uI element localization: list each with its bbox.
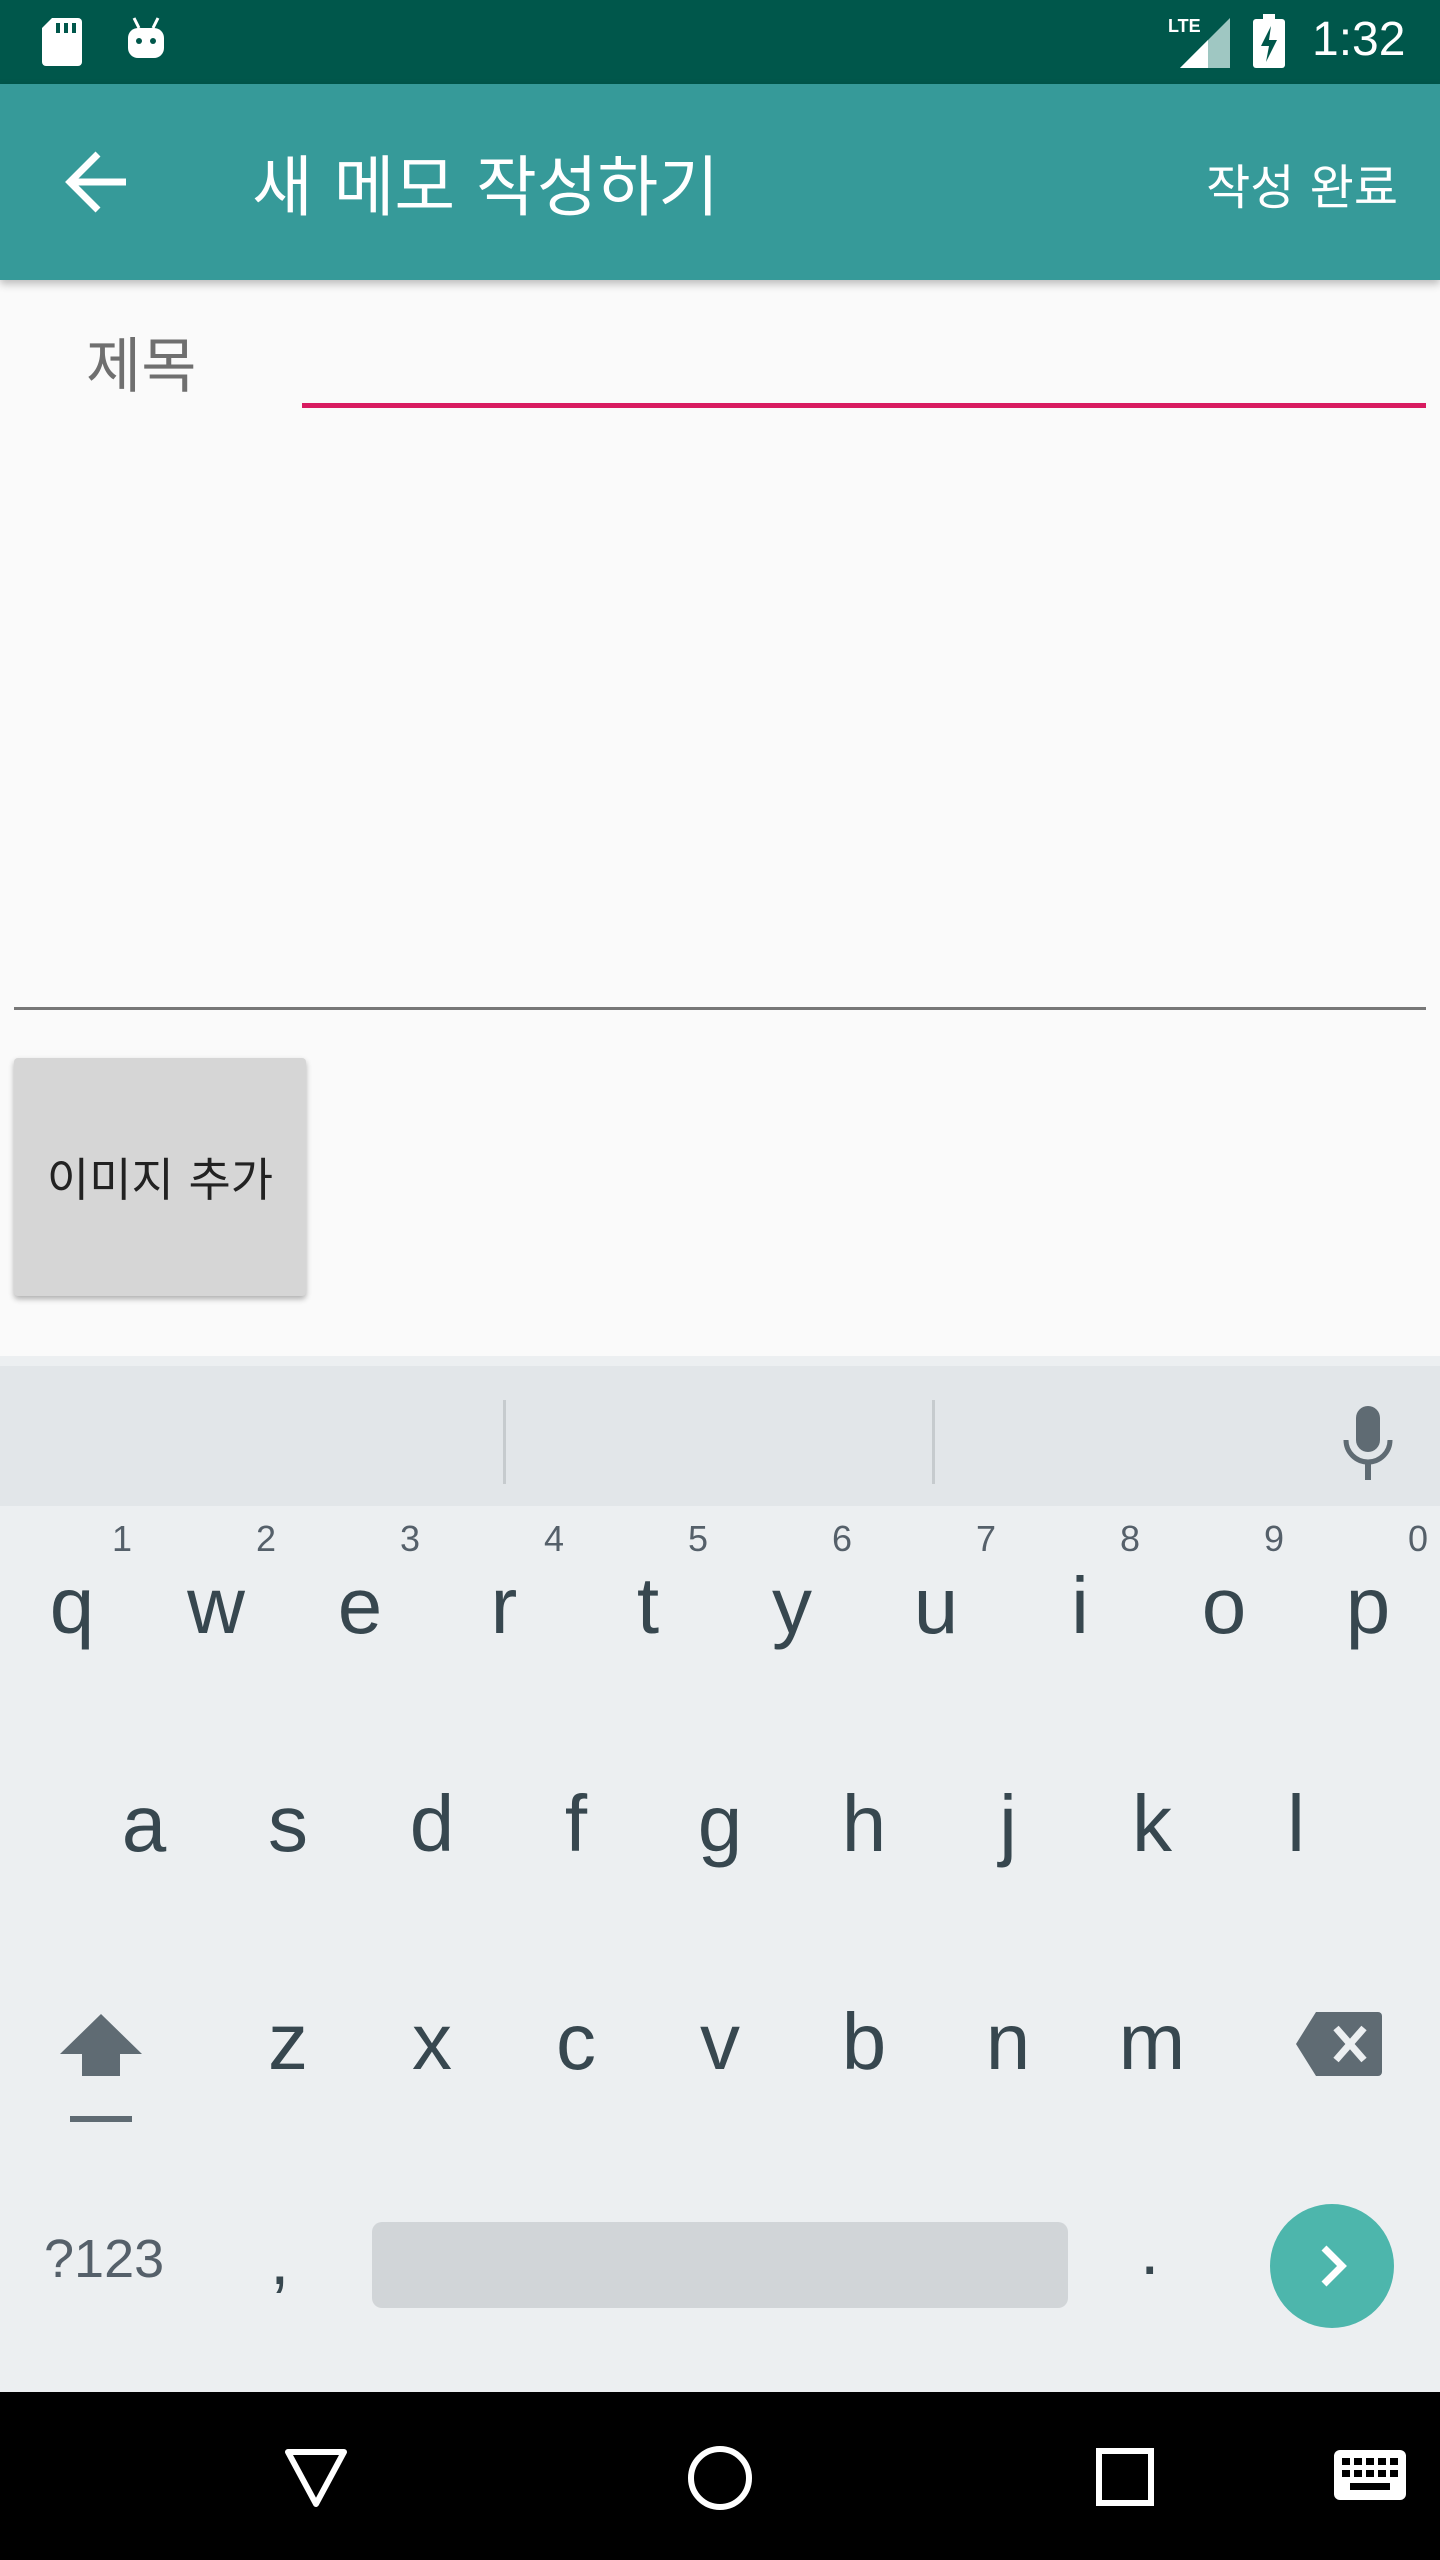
chevron-right-icon [1321, 2245, 1347, 2287]
android-icon [128, 17, 164, 58]
key-label: b [841, 1997, 887, 2086]
suggestion-divider [932, 1400, 935, 1484]
key-j[interactable]: j [948, 1778, 1068, 1870]
key-number-hint: 9 [1263, 1518, 1284, 1559]
symbols-key[interactable]: ?123 [44, 2228, 164, 2290]
key-label: l [1287, 1779, 1305, 1868]
enter-key[interactable] [1270, 2204, 1394, 2328]
key-label: m [1118, 1997, 1186, 2086]
status-time: 1:32 [1312, 13, 1406, 66]
key-label: f [564, 1779, 588, 1868]
key-b[interactable]: b [804, 1996, 924, 2088]
key-m[interactable]: m [1092, 1996, 1212, 2088]
key-label: d [409, 1779, 455, 1868]
key-label: p [1345, 1561, 1391, 1650]
key-x[interactable]: x [372, 1996, 492, 2088]
key-p[interactable]: p0 [1308, 1518, 1428, 1652]
key-number-hint: 7 [975, 1518, 996, 1559]
key-number-hint: 1 [111, 1518, 132, 1559]
content-input[interactable] [14, 440, 1426, 1010]
key-label: z [268, 1997, 308, 2086]
sd-card-icon [42, 18, 82, 66]
key-c[interactable]: c [516, 1996, 636, 2088]
key-label: r [490, 1561, 518, 1650]
key-k[interactable]: k [1092, 1778, 1212, 1870]
keyboard-switch-icon[interactable] [1334, 2450, 1406, 2500]
key-n[interactable]: n [948, 1996, 1068, 2088]
suggestion-strip [0, 1366, 1440, 1506]
key-label: q [49, 1561, 95, 1650]
key-z[interactable]: z [228, 1996, 348, 2088]
microphone-icon[interactable] [1338, 1404, 1398, 1484]
title-input[interactable] [302, 300, 1426, 408]
key-label: i [1071, 1561, 1089, 1650]
key-q[interactable]: q1 [12, 1518, 132, 1652]
space-key[interactable] [372, 2222, 1068, 2308]
key-label: t [636, 1561, 660, 1650]
key-number-hint: 3 [399, 1518, 420, 1559]
add-image-button[interactable]: 이미지 추가 [14, 1058, 306, 1296]
key-t[interactable]: t5 [588, 1518, 708, 1652]
key-g[interactable]: g [660, 1778, 780, 1870]
battery-charging-icon [1253, 14, 1285, 68]
arrow-left-icon[interactable] [64, 148, 132, 216]
navigation-bar [0, 2392, 1440, 2560]
lte-signal-icon: LTE [1168, 16, 1230, 68]
key-number-hint: 5 [687, 1518, 708, 1559]
key-label: h [841, 1779, 887, 1868]
key-w[interactable]: w2 [156, 1518, 276, 1652]
key-e[interactable]: e3 [300, 1518, 420, 1652]
home-circle-icon[interactable] [686, 2444, 754, 2512]
key-d[interactable]: d [372, 1778, 492, 1870]
key-label: w [187, 1561, 245, 1650]
done-button[interactable]: 작성 완료 [1206, 148, 1398, 218]
key-label: a [121, 1779, 167, 1868]
period-key[interactable]: . [1140, 2210, 1159, 2290]
key-label: k [1132, 1779, 1172, 1868]
status-bar: LTE 1:32 [0, 0, 1440, 84]
key-i[interactable]: i8 [1020, 1518, 1140, 1652]
key-s[interactable]: s [228, 1778, 348, 1870]
key-f[interactable]: f [516, 1778, 636, 1870]
key-label: y [772, 1561, 812, 1650]
title-label: 제목 [86, 332, 197, 402]
key-label: n [985, 1997, 1031, 2086]
back-triangle-icon[interactable] [284, 2448, 348, 2508]
shift-icon[interactable] [56, 2010, 146, 2130]
comma-key[interactable]: , [270, 2220, 289, 2300]
key-l[interactable]: l [1236, 1778, 1356, 1870]
key-a[interactable]: a [84, 1778, 204, 1870]
key-o[interactable]: o9 [1164, 1518, 1284, 1652]
key-y[interactable]: y6 [732, 1518, 852, 1652]
suggestion-divider [503, 1400, 506, 1484]
key-v[interactable]: v [660, 1996, 780, 2088]
key-label: c [556, 1997, 596, 2086]
key-number-hint: 8 [1119, 1518, 1140, 1559]
key-label: j [999, 1779, 1017, 1868]
svg-text:LTE: LTE [1168, 16, 1201, 36]
key-number-hint: 6 [831, 1518, 852, 1559]
key-u[interactable]: u7 [876, 1518, 996, 1652]
page-title: 새 메모 작성하기 [252, 149, 719, 226]
app-bar: 새 메모 작성하기 작성 완료 [0, 84, 1440, 280]
key-h[interactable]: h [804, 1778, 924, 1870]
key-label: g [697, 1779, 743, 1868]
key-label: s [268, 1779, 308, 1868]
key-label: v [700, 1997, 740, 2086]
recents-square-icon[interactable] [1096, 2448, 1154, 2506]
key-number-hint: 4 [543, 1518, 564, 1559]
key-label: e [337, 1561, 383, 1650]
key-label: u [913, 1561, 959, 1650]
key-number-hint: 2 [255, 1518, 276, 1559]
key-r[interactable]: r4 [444, 1518, 564, 1652]
key-label: x [412, 1997, 452, 2086]
key-label: o [1201, 1561, 1247, 1650]
key-number-hint: 0 [1407, 1518, 1428, 1559]
backspace-icon[interactable] [1294, 2010, 1384, 2078]
